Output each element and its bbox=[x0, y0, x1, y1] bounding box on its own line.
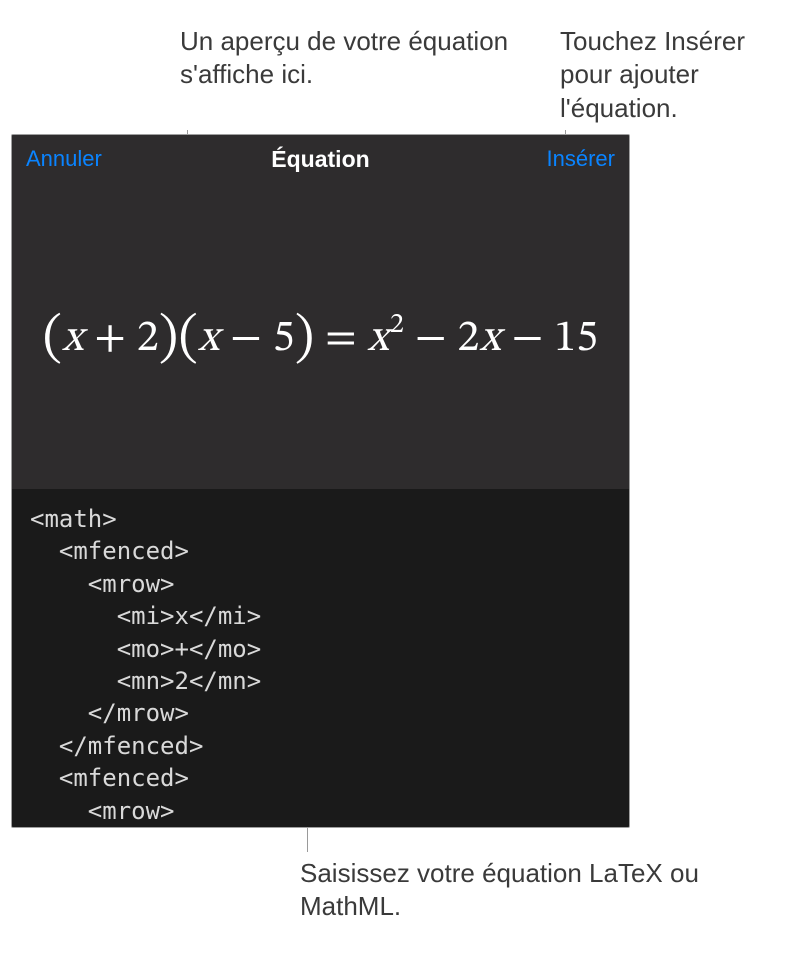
diagram-canvas: Un aperçu de votre équation s'affiche ic… bbox=[0, 0, 798, 953]
equation-toolbar: Annuler Équation Insérer bbox=[12, 135, 629, 183]
cancel-button[interactable]: Annuler bbox=[26, 146, 102, 172]
callout-input-text: Saisissez votre équation LaTeX ou MathML… bbox=[300, 857, 720, 924]
equation-preview-area: (x + 2)(x − 5) = x2 − 2x − 15 bbox=[12, 183, 629, 489]
equation-code-input[interactable]: <math> <mfenced> <mrow> <mi>x</mi> <mo>+… bbox=[12, 489, 629, 828]
panel-title: Équation bbox=[12, 146, 629, 173]
callout-insert-text: Touchez Insérer pour ajouter l'équation. bbox=[560, 25, 790, 125]
equation-rendered: (x + 2)(x − 5) = x2 − 2x − 15 bbox=[43, 302, 599, 370]
insert-button[interactable]: Insérer bbox=[547, 146, 615, 172]
callout-preview-text: Un aperçu de votre équation s'affiche ic… bbox=[180, 25, 510, 92]
equation-editor-panel: Annuler Équation Insérer (x + 2)(x − 5) … bbox=[11, 134, 630, 828]
